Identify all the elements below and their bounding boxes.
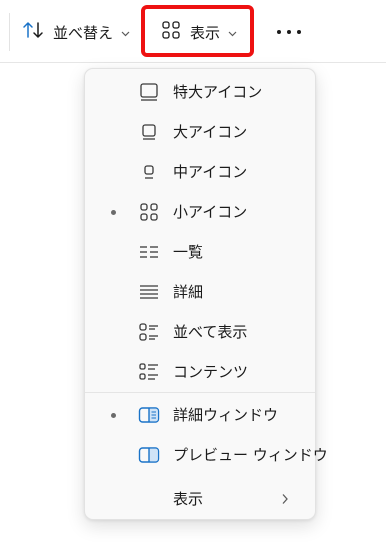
menu-item-tiles[interactable]: 並べて表示 xyxy=(89,313,311,351)
menu-item-extra-large-icons[interactable]: 特大アイコン xyxy=(89,73,311,111)
toolbar-divider xyxy=(9,13,10,51)
grid-icon xyxy=(161,20,181,44)
menu-item-large-icons[interactable]: 大アイコン xyxy=(89,113,311,151)
menu-item-details-pane[interactable]: 詳細ウィンドウ xyxy=(89,396,311,434)
menu-item-label: 詳細ウィンドウ xyxy=(173,406,279,424)
more-horizontal-icon xyxy=(277,30,281,34)
details-icon xyxy=(138,282,160,302)
menu-item-preview-pane[interactable]: プレビュー ウィンドウ xyxy=(89,436,328,474)
chevron-down-icon xyxy=(228,23,237,41)
menu-divider xyxy=(85,392,315,393)
view-button[interactable]: 表示 xyxy=(161,14,237,50)
menu-item-label: 特大アイコン xyxy=(173,83,263,101)
menu-item-label: 中アイコン xyxy=(173,163,248,181)
menu-item-list[interactable]: 一覧 xyxy=(89,233,311,271)
menu-item-label: コンテンツ xyxy=(173,363,249,381)
tiles-icon xyxy=(138,322,160,342)
selected-bullet xyxy=(111,413,116,418)
chevron-down-icon xyxy=(121,23,130,41)
extra-large-icons-icon xyxy=(138,82,160,102)
menu-item-small-icons[interactable]: 小アイコン xyxy=(89,193,311,231)
menu-item-label: 大アイコン xyxy=(173,123,248,141)
menu-item-label: プレビュー ウィンドウ xyxy=(173,446,328,464)
menu-item-label: 一覧 xyxy=(173,243,204,261)
medium-icons-icon xyxy=(138,162,160,182)
menu-item-label: 小アイコン xyxy=(173,203,248,221)
preview-pane-icon xyxy=(138,445,160,465)
menu-item-label: 表示 xyxy=(173,490,204,508)
menu-item-label: 並べて表示 xyxy=(173,323,248,341)
command-bar: 並べ替え 表示 xyxy=(0,0,386,63)
view-button-label: 表示 xyxy=(190,23,221,42)
small-icons-icon xyxy=(138,202,160,222)
selected-bullet xyxy=(111,210,116,215)
large-icons-icon xyxy=(138,122,160,142)
details-pane-icon xyxy=(138,405,160,425)
more-options-button[interactable] xyxy=(277,24,301,40)
list-icon xyxy=(138,242,160,262)
content-icon xyxy=(138,362,160,382)
menu-item-medium-icons[interactable]: 中アイコン xyxy=(89,153,311,191)
sort-icon xyxy=(22,20,44,44)
view-menu: 特大アイコン 大アイコン 中アイコン 小アイコン 一覧 詳細 並べて表示 コンテ… xyxy=(84,68,328,520)
menu-item-content[interactable]: コンテンツ xyxy=(89,353,311,391)
menu-item-show-submenu[interactable]: 表示 xyxy=(89,480,311,518)
chevron-right-icon xyxy=(281,490,289,509)
menu-item-label: 詳細 xyxy=(173,283,204,301)
menu-item-details[interactable]: 詳細 xyxy=(89,273,311,311)
sort-button[interactable]: 並べ替え xyxy=(22,14,130,50)
sort-button-label: 並べ替え xyxy=(53,23,114,42)
